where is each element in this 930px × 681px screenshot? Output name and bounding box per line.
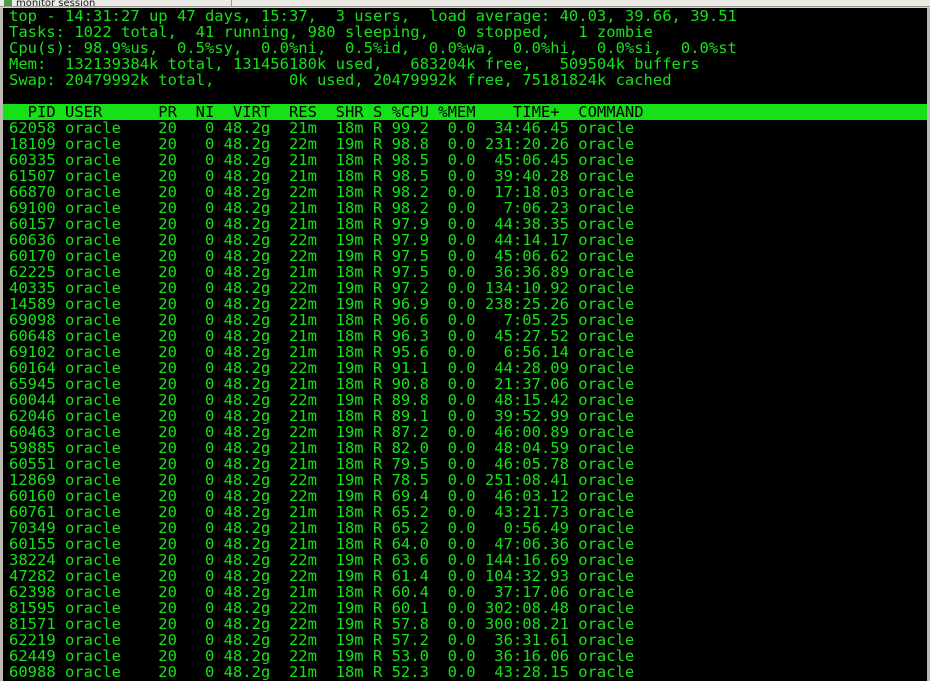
terminal-screen[interactable]: top - 14:31:27 up 47 days, 15:37, 3 user… — [0, 8, 930, 681]
process-row[interactable]: 60155 oracle 20 0 48.2g 21m 18m R 64.0 0… — [9, 536, 927, 552]
uptime-line: top - 14:31:27 up 47 days, 15:37, 3 user… — [9, 8, 737, 25]
tasks-line: Tasks: 1022 total, 41 running, 980 sleep… — [9, 23, 653, 41]
process-row[interactable]: 69102 oracle 20 0 48.2g 21m 18m R 95.6 0… — [9, 344, 927, 360]
process-row[interactable]: 60988 oracle 20 0 48.2g 21m 18m R 52.3 0… — [9, 664, 927, 680]
process-row[interactable]: 62398 oracle 20 0 48.2g 21m 18m R 60.4 0… — [9, 584, 927, 600]
window-title: monitor session — [16, 0, 96, 7]
process-row[interactable]: 40335 oracle 20 0 48.2g 22m 19m R 97.2 0… — [9, 280, 927, 296]
process-row[interactable]: 66870 oracle 20 0 48.2g 22m 18m R 98.2 0… — [9, 184, 927, 200]
process-row[interactable]: 47282 oracle 20 0 48.2g 22m 19m R 61.4 0… — [9, 568, 927, 584]
process-row[interactable]: 69098 oracle 20 0 48.2g 21m 18m R 96.6 0… — [9, 312, 927, 328]
terminal-icon — [4, 0, 12, 6]
process-row[interactable]: 81595 oracle 20 0 48.2g 22m 19m R 60.1 0… — [9, 600, 927, 616]
window-titlebar[interactable]: monitor session — [0, 0, 232, 7]
process-row[interactable]: 60164 oracle 20 0 48.2g 22m 19m R 91.1 0… — [9, 360, 927, 376]
process-row[interactable]: 12869 oracle 20 0 48.2g 22m 19m R 78.5 0… — [9, 472, 927, 488]
process-row[interactable]: 62058 oracle 20 0 48.2g 21m 18m R 99.2 0… — [9, 120, 927, 136]
titlebar-background — [232, 0, 930, 7]
process-row[interactable]: 14589 oracle 20 0 48.2g 22m 19m R 96.9 0… — [9, 296, 927, 312]
memory-line: Mem: 132139384k total, 131456180k used, … — [9, 55, 700, 73]
process-row[interactable]: 61507 oracle 20 0 48.2g 21m 18m R 98.5 0… — [9, 168, 927, 184]
terminal-window: monitor session top - 14:31:27 up 47 day… — [0, 0, 930, 681]
process-row[interactable]: 18109 oracle 20 0 48.2g 22m 19m R 98.8 0… — [9, 136, 927, 152]
process-row[interactable]: 65945 oracle 20 0 48.2g 21m 18m R 90.8 0… — [9, 376, 927, 392]
process-row[interactable]: 60160 oracle 20 0 48.2g 22m 19m R 69.4 0… — [9, 488, 927, 504]
process-row[interactable]: 62219 oracle 20 0 48.2g 22m 19m R 57.2 0… — [9, 632, 927, 648]
process-row[interactable]: 69100 oracle 20 0 48.2g 21m 18m R 98.2 0… — [9, 200, 927, 216]
process-row[interactable]: 60170 oracle 20 0 48.2g 22m 19m R 97.5 0… — [9, 248, 927, 264]
process-row[interactable]: 81571 oracle 20 0 48.2g 22m 19m R 57.8 0… — [9, 616, 927, 632]
cpu-line: Cpu(s): 98.9%us, 0.5%sy, 0.0%ni, 0.5%id,… — [9, 39, 737, 57]
process-row[interactable]: 60636 oracle 20 0 48.2g 22m 19m R 97.9 0… — [9, 232, 927, 248]
process-row[interactable]: 62449 oracle 20 0 48.2g 22m 19m R 53.0 0… — [9, 648, 927, 664]
process-table-header[interactable]: PID USER PR NI VIRT RES SHR S %CPU %MEM … — [3, 104, 927, 120]
swap-line: Swap: 20479992k total, 0k used, 20479992… — [9, 71, 672, 89]
process-row[interactable]: 38224 oracle 20 0 48.2g 22m 19m R 63.6 0… — [9, 552, 927, 568]
process-row[interactable]: 60761 oracle 20 0 48.2g 21m 18m R 65.2 0… — [9, 504, 927, 520]
process-row[interactable]: 60551 oracle 20 0 48.2g 21m 18m R 79.5 0… — [9, 456, 927, 472]
process-row[interactable]: 62225 oracle 20 0 48.2g 21m 18m R 97.5 0… — [9, 264, 927, 280]
process-table-body: 62058 oracle 20 0 48.2g 21m 18m R 99.2 0… — [9, 120, 927, 680]
process-row[interactable]: 60648 oracle 20 0 48.2g 21m 18m R 96.3 0… — [9, 328, 927, 344]
top-summary-block: top - 14:31:27 up 47 days, 15:37, 3 user… — [9, 8, 927, 88]
process-row[interactable]: 60044 oracle 20 0 48.2g 22m 19m R 89.8 0… — [9, 392, 927, 408]
process-row[interactable]: 60335 oracle 20 0 48.2g 21m 18m R 98.5 0… — [9, 152, 927, 168]
process-row[interactable]: 60463 oracle 20 0 48.2g 22m 19m R 87.2 0… — [9, 424, 927, 440]
process-row[interactable]: 59885 oracle 20 0 48.2g 21m 18m R 82.0 0… — [9, 440, 927, 456]
terminal-content: top - 14:31:27 up 47 days, 15:37, 3 user… — [3, 8, 927, 680]
process-row[interactable]: 60157 oracle 20 0 48.2g 21m 18m R 97.9 0… — [9, 216, 927, 232]
process-row[interactable]: 70349 oracle 20 0 48.2g 21m 18m R 65.2 0… — [9, 520, 927, 536]
process-row[interactable]: 62046 oracle 20 0 48.2g 21m 18m R 89.1 0… — [9, 408, 927, 424]
